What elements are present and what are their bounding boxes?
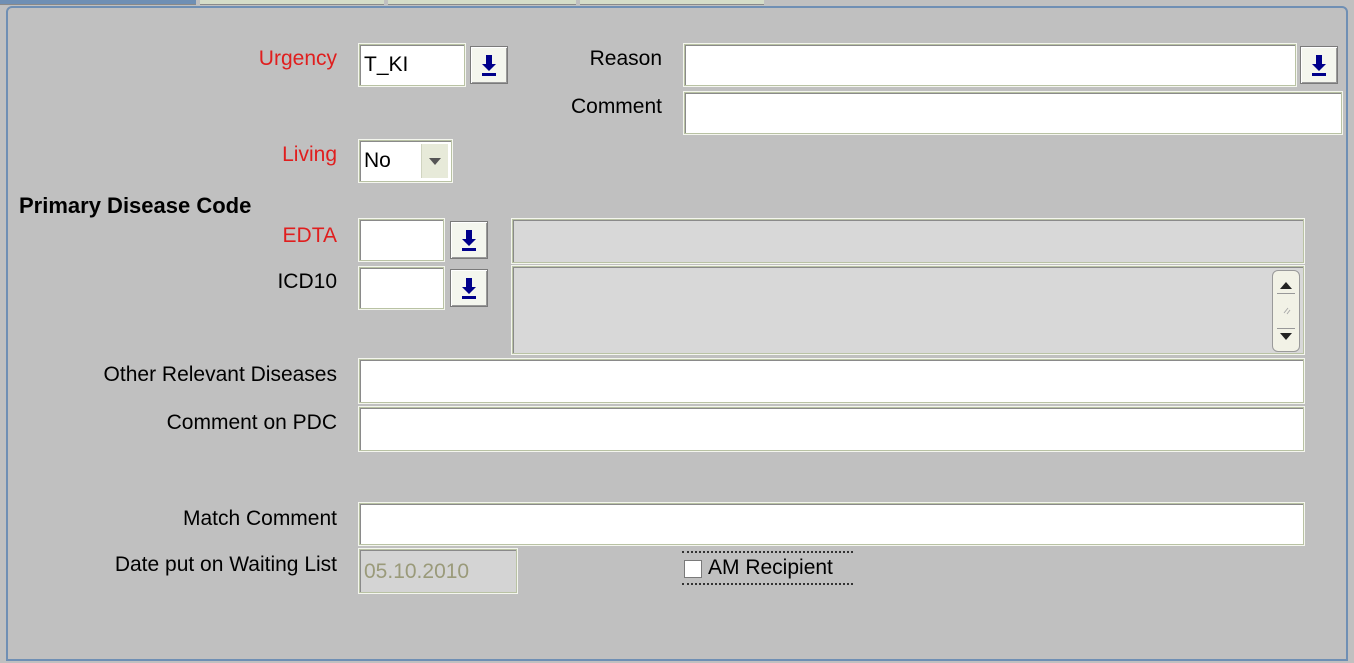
- comment-label: Comment: [570, 95, 662, 118]
- comment-on-pdc-field[interactable]: [359, 407, 1304, 451]
- edta-label: EDTA: [282, 224, 337, 247]
- arrow-up-icon[interactable]: [1274, 273, 1298, 297]
- comment-field[interactable]: [684, 92, 1342, 134]
- reason-label: Reason: [589, 47, 662, 70]
- am-recipient-label: AM Recipient: [708, 556, 833, 579]
- chevron-down-icon[interactable]: [421, 144, 448, 178]
- download-arrow-icon: [1312, 55, 1326, 76]
- match-comment-field[interactable]: [359, 503, 1304, 545]
- reason-lov-button[interactable]: [1300, 46, 1338, 84]
- living-selected-value: No: [364, 149, 391, 172]
- urgency-label: Urgency: [258, 47, 337, 70]
- primary-disease-code-heading: Primary Disease Code: [19, 193, 252, 218]
- tab-4[interactable]: [580, 0, 764, 5]
- icd10-description-scrollbar[interactable]: [1272, 270, 1300, 352]
- urgency-field[interactable]: T_KI: [359, 44, 465, 86]
- icd10-label: ICD10: [277, 270, 337, 293]
- date-put-on-waiting-list-label: Date put on Waiting List: [114, 553, 337, 576]
- resize-grip-icon: [1283, 307, 1291, 315]
- icd10-lov-button[interactable]: [450, 269, 488, 307]
- urgency-lov-button[interactable]: [470, 46, 508, 84]
- edta-description: [512, 219, 1304, 263]
- living-label: Living: [282, 143, 337, 166]
- match-comment-label: Match Comment: [182, 507, 337, 530]
- icd10-field[interactable]: [359, 267, 444, 309]
- living-select[interactable]: No: [359, 140, 452, 182]
- am-recipient-checkbox[interactable]: [684, 560, 702, 578]
- am-recipient-checkbox-group[interactable]: AM Recipient: [682, 551, 853, 585]
- download-arrow-icon: [462, 230, 476, 251]
- download-arrow-icon: [462, 278, 476, 299]
- tab-1[interactable]: [0, 0, 196, 5]
- download-arrow-icon: [482, 55, 496, 76]
- icd10-description: [512, 266, 1304, 354]
- edta-field[interactable]: [359, 219, 444, 261]
- comment-on-pdc-label: Comment on PDC: [166, 411, 337, 434]
- other-relevant-diseases-label: Other Relevant Diseases: [103, 363, 337, 386]
- edta-lov-button[interactable]: [450, 221, 488, 259]
- arrow-down-icon[interactable]: [1274, 325, 1298, 349]
- reason-field[interactable]: [684, 44, 1296, 86]
- tab-2[interactable]: [200, 0, 384, 5]
- tab-3[interactable]: [388, 0, 576, 5]
- other-relevant-diseases-field[interactable]: [359, 359, 1304, 403]
- date-put-on-waiting-list-field: 05.10.2010: [359, 549, 517, 593]
